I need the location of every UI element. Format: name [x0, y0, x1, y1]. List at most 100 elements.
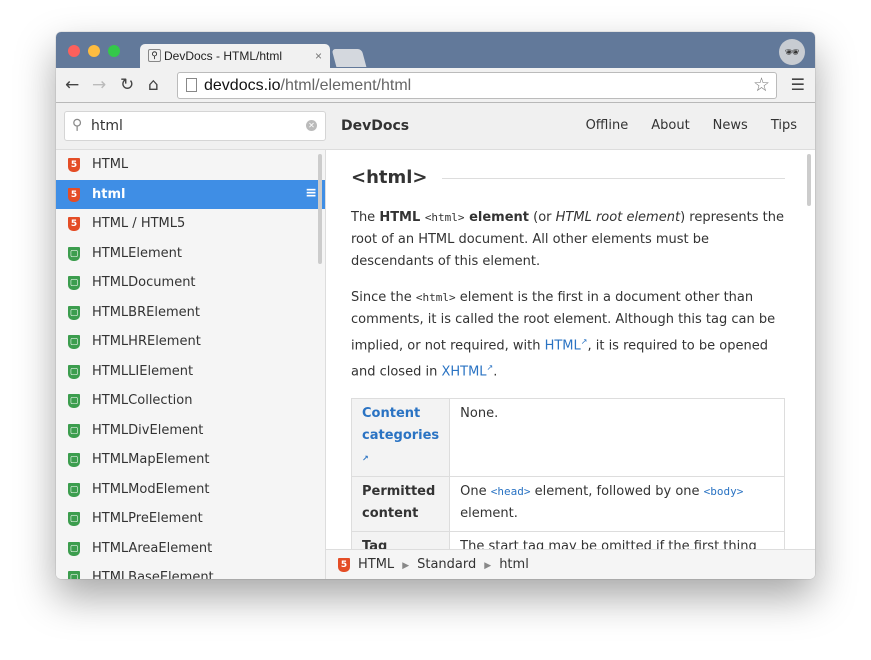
bookmark-star-icon[interactable]: ☆	[753, 74, 770, 97]
sidebar-item-label: HTML	[92, 157, 129, 172]
sidebar-item[interactable]: ▢ HTMLMapElement	[56, 445, 325, 475]
root-paragraph: Since the <html> element is the first in…	[351, 290, 776, 380]
sidebar: 5 HTML 5 html ≡ 5 HTML / HTML5 ▢ HTMLElement ▢ HTM…	[56, 150, 326, 579]
address-bar[interactable]: devdocs.io/html/element/html ☆	[177, 72, 777, 99]
sidebar-item[interactable]: 5 HTML	[56, 150, 325, 180]
sidebar-item-label: html	[92, 186, 126, 202]
reload-icon[interactable]: ↻	[120, 75, 134, 95]
search-input[interactable]: ⚲ html ✕	[64, 111, 326, 141]
sidebar-item[interactable]: 5 HTML / HTML5	[56, 209, 325, 239]
sidebar-item[interactable]: ▢ HTMLModElement	[56, 475, 325, 505]
dom-icon: ▢	[68, 335, 80, 349]
breadcrumb-html[interactable]: HTML	[358, 557, 394, 572]
xhtml-link[interactable]: XHTML	[441, 365, 486, 380]
title-bar: ⚲ DevDocs - HTML/html × 🕶	[56, 32, 815, 68]
dom-icon: ▢	[68, 246, 80, 261]
close-window-button[interactable]	[68, 45, 80, 57]
table-row: Tag The start tag may be omitted if the f…	[350, 530, 785, 549]
sidebar-item-label: HTMLBRElement	[92, 304, 200, 320]
browser-menu-icon[interactable]: ☰	[791, 75, 805, 94]
sidebar-item[interactable]: 5 html ≡	[56, 179, 325, 209]
external-link-icon: ↗	[362, 453, 369, 463]
html5-icon: 5	[338, 558, 350, 572]
dom-icon: ▢	[68, 305, 80, 320]
sidebar-item-label: HTMLElement	[92, 245, 182, 261]
menu-icon[interactable]: ≡	[305, 185, 317, 201]
clear-search-icon[interactable]: ✕	[306, 120, 317, 131]
chevron-right-icon: ▶	[484, 561, 492, 571]
forward-icon[interactable]: →	[92, 75, 106, 95]
html5-icon: 5	[68, 217, 80, 231]
dom-icon: ▢	[68, 541, 80, 556]
sidebar-item[interactable]: ▢ HTMLDocument	[56, 268, 325, 298]
tab-close-icon[interactable]: ×	[315, 49, 322, 63]
minimize-window-button[interactable]	[88, 45, 100, 57]
search-value: html	[91, 118, 123, 134]
sidebar-item[interactable]: ▢ HTMLHRElement	[56, 327, 325, 357]
sidebar-item-label: HTMLModElement	[92, 481, 210, 497]
dom-icon: ▢	[68, 571, 80, 579]
html-link[interactable]: HTML	[545, 338, 581, 353]
sidebar-item-label: HTMLDocument	[92, 275, 196, 290]
nav-news[interactable]: News	[713, 118, 748, 133]
dom-icon: ▢	[68, 364, 80, 379]
back-icon[interactable]: ←	[65, 75, 79, 95]
sidebar-item-label: HTML / HTML5	[92, 216, 186, 231]
table-row: Content categories ↗ None.	[350, 397, 785, 477]
dom-icon: ▢	[68, 423, 80, 438]
content-categories-link[interactable]: Content categories	[362, 406, 439, 443]
sidebar-item[interactable]: ▢ HTMLAreaElement	[56, 534, 325, 564]
brand-logo[interactable]: DevDocs	[341, 118, 409, 134]
sidebar-item[interactable]: ▢ HTMLCollection	[56, 386, 325, 416]
body-link[interactable]: <body>	[704, 484, 744, 499]
content: <html> The HTML <html> element (or HTML …	[326, 150, 815, 549]
sidebar-item-label: HTMLDivElement	[92, 422, 204, 438]
dom-icon: ▢	[68, 482, 80, 497]
zoom-window-button[interactable]	[108, 45, 120, 57]
breadcrumb-standard[interactable]: Standard	[417, 557, 476, 572]
table-row: Permitted content One <head> element, fol…	[350, 475, 785, 532]
dom-icon: ▢	[68, 276, 80, 290]
tab-title: DevDocs - HTML/html	[164, 49, 283, 63]
intro-paragraph: The HTML <html> element (or HTML root el…	[351, 210, 784, 269]
head-link[interactable]: <head>	[491, 484, 531, 499]
incognito-icon: 🕶	[779, 39, 805, 65]
sidebar-item-label: HTMLAreaElement	[92, 540, 213, 556]
search-icon: ⚲	[72, 117, 83, 133]
page-icon	[186, 78, 197, 92]
sidebar-item[interactable]: ▢ HTMLPreElement	[56, 504, 325, 534]
nav-offline[interactable]: Offline	[586, 118, 629, 133]
page-title: <html>	[351, 167, 785, 189]
browser-toolbar: ← → ↻ ⌂ devdocs.io/html/element/html ☆ ☰	[56, 68, 815, 103]
app-header: ⚲ html ✕ DevDocs Offline About News Tips	[56, 103, 815, 150]
url-path: /html/element/html	[280, 77, 412, 94]
sidebar-item-label: HTMLPreElement	[92, 511, 203, 526]
browser-tab[interactable]: ⚲ DevDocs - HTML/html ×	[140, 44, 330, 68]
html5-icon: 5	[68, 187, 80, 202]
url-host: devdocs.io	[204, 77, 281, 94]
home-icon[interactable]: ⌂	[148, 75, 159, 95]
sidebar-item-label: HTMLHRElement	[92, 334, 201, 349]
dom-icon: ▢	[68, 453, 80, 467]
sidebar-item[interactable]: ▢ HTMLDivElement	[56, 416, 325, 446]
breadcrumb: 5 HTML ▶ Standard ▶ html	[326, 549, 815, 579]
nav-about[interactable]: About	[651, 118, 689, 133]
new-tab-button[interactable]	[331, 49, 367, 67]
sidebar-item[interactable]: ▢ HTMLLIElement	[56, 357, 325, 387]
content-scrollbar[interactable]	[807, 154, 811, 206]
dom-icon: ▢	[68, 512, 80, 526]
sidebar-item[interactable]: ▢ HTMLBaseElement	[56, 563, 325, 579]
sidebar-item-label: HTMLLIElement	[92, 363, 194, 379]
chevron-right-icon: ▶	[402, 561, 410, 571]
properties-table: Content categories ↗ None. Permitted conte…	[350, 397, 785, 549]
search-favicon-icon: ⚲	[148, 49, 161, 62]
sidebar-item-label: HTMLMapElement	[92, 452, 210, 467]
sidebar-item-label: HTMLCollection	[92, 393, 193, 408]
sidebar-item[interactable]: ▢ HTMLBRElement	[56, 298, 325, 328]
sidebar-item-label: HTMLBaseElement	[92, 570, 214, 579]
breadcrumb-current: html	[499, 557, 529, 572]
sidebar-item[interactable]: ▢ HTMLElement	[56, 239, 325, 269]
browser-window: ⚲ DevDocs - HTML/html × 🕶 ← → ↻ ⌂ devdoc…	[56, 32, 815, 579]
sidebar-scrollbar[interactable]	[318, 154, 322, 264]
nav-tips[interactable]: Tips	[771, 118, 797, 133]
